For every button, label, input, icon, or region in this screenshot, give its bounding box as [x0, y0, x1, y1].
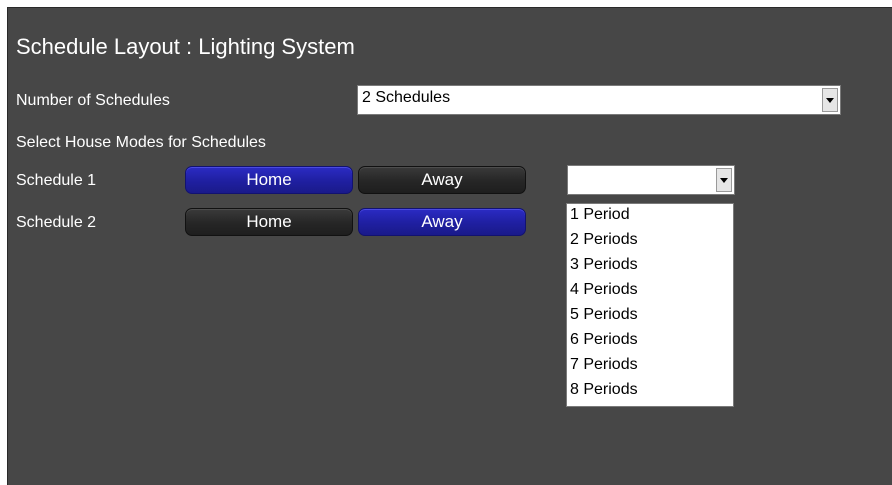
period-option[interactable]: 1 Period: [570, 206, 630, 224]
schedule-layout-panel: Schedule Layout : Lighting System Number…: [7, 7, 892, 485]
number-of-schedules-select[interactable]: 2 Schedules: [357, 85, 841, 115]
period-option[interactable]: 3 Periods: [570, 256, 638, 274]
period-option[interactable]: 5 Periods: [570, 306, 638, 324]
house-modes-label: Select House Modes for Schedules: [16, 134, 266, 151]
period-option[interactable]: 2 Periods: [570, 231, 638, 249]
period-option[interactable]: 6 Periods: [570, 331, 638, 349]
period-count-select[interactable]: [567, 165, 735, 195]
schedule-1-label: Schedule 1: [16, 172, 97, 189]
schedule-1-home-button[interactable]: Home: [185, 166, 353, 194]
chevron-down-icon[interactable]: [716, 168, 732, 192]
period-option[interactable]: 7 Periods: [570, 356, 638, 374]
period-count-dropdown-list: 1 Period 2 Periods 3 Periods 4 Periods 5…: [566, 203, 734, 407]
chevron-down-icon[interactable]: [822, 88, 838, 112]
schedule-1-away-button[interactable]: Away: [358, 166, 526, 194]
schedule-2-label: Schedule 2: [16, 214, 97, 231]
period-option[interactable]: 8 Periods: [570, 381, 638, 399]
page-title: Schedule Layout : Lighting System: [16, 34, 355, 59]
number-of-schedules-value: 2 Schedules: [362, 89, 451, 106]
number-of-schedules-label: Number of Schedules: [16, 92, 170, 109]
schedule-2-away-button[interactable]: Away: [358, 208, 526, 236]
period-option[interactable]: 4 Periods: [570, 281, 638, 299]
schedule-2-home-button[interactable]: Home: [185, 208, 353, 236]
